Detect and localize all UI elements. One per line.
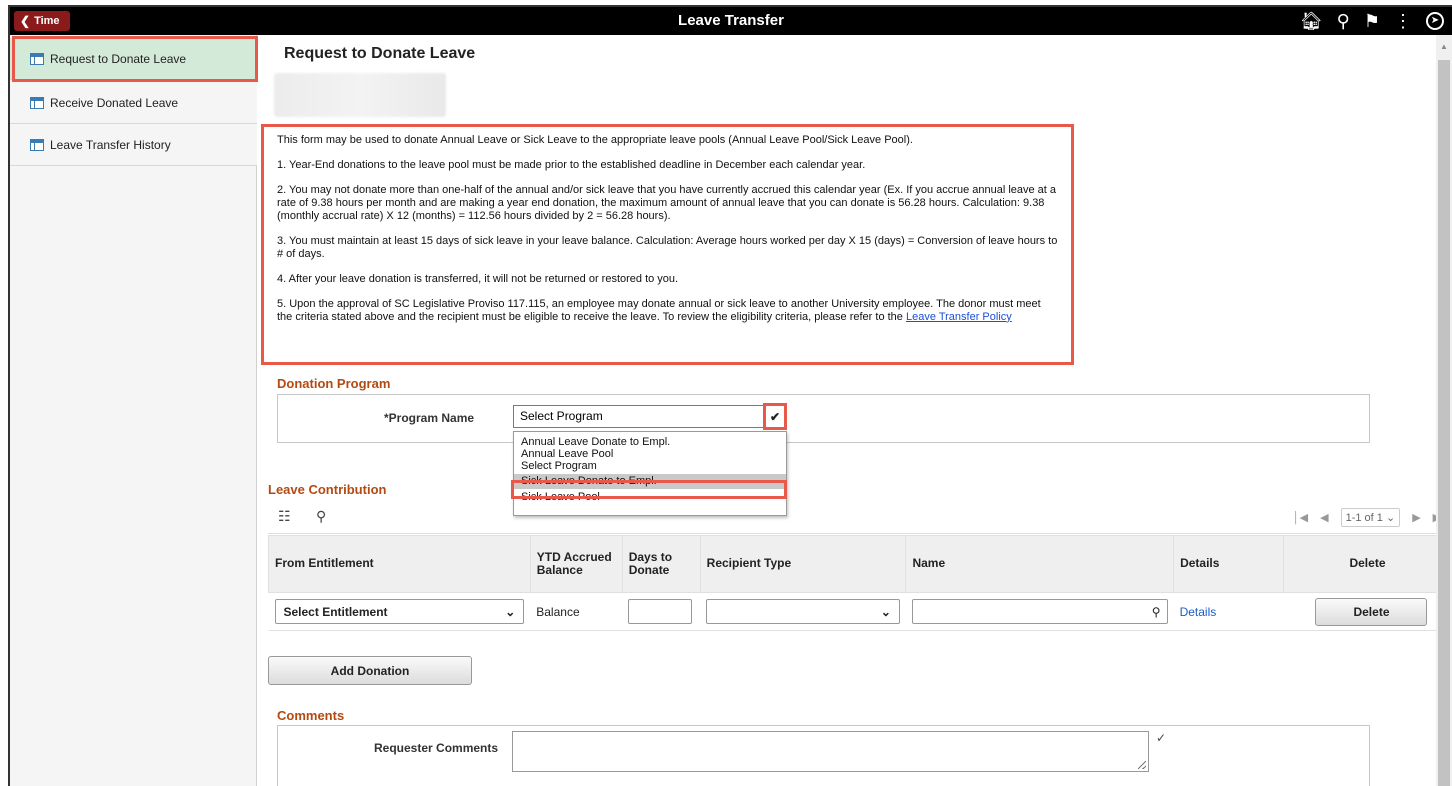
requester-comments-label: Requester Comments [374, 741, 499, 755]
add-donation-button[interactable]: Add Donation [268, 656, 472, 685]
chevron-down-icon[interactable]: ✔ [765, 405, 785, 428]
info-item-2: 2. You may not donate more than one-half… [277, 183, 1057, 222]
row-count-select[interactable]: 1-1 of 1 ⌄ [1340, 508, 1401, 527]
from-entitlement-value: Select Entitlement [283, 604, 388, 619]
table-header-row: From Entitlement YTD Accrued Balance Day… [268, 535, 1452, 593]
header-bar: ❮ Time Leave Transfer 🏠︎ ⚲ ⚑ ⋮ ➤ [10, 7, 1452, 35]
sidebar-item-label: Receive Donated Leave [50, 95, 179, 110]
scrollbar-thumb[interactable] [1438, 60, 1450, 786]
program-option[interactable]: Annual Leave Pool [514, 448, 786, 460]
ytd-balance-value: Balance [530, 592, 623, 631]
leave-contribution-title: Leave Contribution [268, 482, 387, 497]
col-delete: Delete [1282, 535, 1452, 593]
recipient-type-select[interactable]: ⌄ [706, 599, 900, 624]
search-icon[interactable]: ⚲ [1152, 605, 1161, 619]
sidebar-item-request-donate[interactable]: Request to Donate Leave [10, 38, 257, 80]
page-title: Request to Donate Leave [284, 45, 476, 62]
recipient-name-input[interactable]: ⚲ [911, 599, 1168, 624]
table-row: Select Entitlement ⌄ Balance ⌄ ⚲ Details … [268, 592, 1452, 631]
sidebar-item-receive-donated[interactable]: Receive Donated Leave [10, 82, 257, 124]
info-item-4: 4. After your leave donation is transfer… [277, 272, 679, 285]
program-option[interactable]: Sick Leave Pool [514, 491, 786, 503]
previous-page-icon[interactable]: ◀ [1320, 511, 1328, 524]
search-icon[interactable]: ⚲ [316, 508, 326, 525]
col-recipient-type: Recipient Type [699, 535, 907, 593]
from-entitlement-select[interactable]: Select Entitlement ⌄ [274, 599, 525, 624]
col-days-to-donate: Days to Donate [621, 535, 701, 593]
info-intro: This form may be used to donate Annual L… [277, 134, 913, 146]
donation-program-title: Donation Program [277, 376, 391, 391]
info-item-3: 3. You must maintain at least 15 days of… [277, 234, 1058, 260]
first-page-icon[interactable]: │◀ [1293, 511, 1308, 524]
navbar-icon[interactable]: ➤ [1426, 12, 1444, 30]
program-option[interactable]: Select Program [514, 460, 786, 472]
program-options-list: Annual Leave Donate to Empl. Annual Leav… [513, 431, 787, 516]
leave-transfer-policy-link[interactable]: Leave Transfer Policy [906, 311, 1012, 323]
redacted-employee-info [274, 73, 446, 117]
col-name: Name [905, 535, 1175, 593]
page-icon [30, 138, 44, 151]
scroll-up-icon[interactable]: ▲ [1438, 42, 1450, 51]
chevron-down-icon: ⌄ [505, 604, 516, 619]
program-name-label: *Program Name [384, 411, 475, 425]
chevron-down-icon: ⌄ [880, 604, 891, 619]
info-item-5: 5. Upon the approval of SC Legislative P… [277, 298, 1058, 324]
instructions-box: This form may be used to donate Annual L… [261, 124, 1074, 365]
details-link[interactable]: Details [1180, 605, 1217, 619]
leave-contribution-table: From Entitlement YTD Accrued Balance Day… [268, 535, 1452, 631]
grid-toolbar: ☷ ⚲ │◀ ◀ 1-1 of 1 ⌄ ▶ ▶│ [268, 502, 1452, 534]
days-to-donate-input[interactable] [628, 599, 693, 624]
search-icon[interactable]: ⚲ [1337, 12, 1350, 30]
program-option-highlighted[interactable]: Sick Leave Donate to Empl. [514, 474, 786, 489]
col-details: Details [1173, 535, 1284, 593]
flag-icon[interactable]: ⚑ [1364, 12, 1380, 30]
header-actions: 🏠︎ ⚲ ⚑ ⋮ ➤ [1300, 9, 1444, 33]
requester-comments-textarea[interactable] [512, 731, 1149, 772]
row-count-value: 1-1 of 1 [1345, 512, 1383, 524]
delete-button[interactable]: Delete [1315, 597, 1428, 626]
col-ytd-accrued-balance: YTD Accrued Balance [529, 535, 623, 593]
col-from-entitlement: From Entitlement [268, 535, 531, 593]
info-item-1: 1. Year-End donations to the leave pool … [277, 158, 866, 171]
spell-check-icon[interactable]: ✓ [1156, 731, 1166, 745]
pager: │◀ ◀ 1-1 of 1 ⌄ ▶ ▶│ [1293, 508, 1448, 527]
page-icon [30, 96, 44, 109]
program-name-select[interactable]: Select Program [513, 405, 765, 428]
page-header-title: Leave Transfer [678, 12, 784, 29]
home-icon[interactable]: 🏠︎ [1300, 12, 1323, 30]
personalize-icon[interactable]: ☷ [278, 508, 291, 525]
page-icon [30, 52, 44, 65]
program-option[interactable]: Annual Leave Donate to Empl. [514, 436, 786, 448]
sidebar-item-label: Leave Transfer History [50, 137, 171, 152]
sidebar-item-transfer-history[interactable]: Leave Transfer History [10, 124, 257, 166]
sidebar-item-label: Request to Donate Leave [50, 51, 187, 66]
more-icon[interactable]: ⋮ [1394, 12, 1412, 30]
comments-title: Comments [277, 708, 345, 723]
next-page-icon[interactable]: ▶ [1412, 511, 1420, 524]
